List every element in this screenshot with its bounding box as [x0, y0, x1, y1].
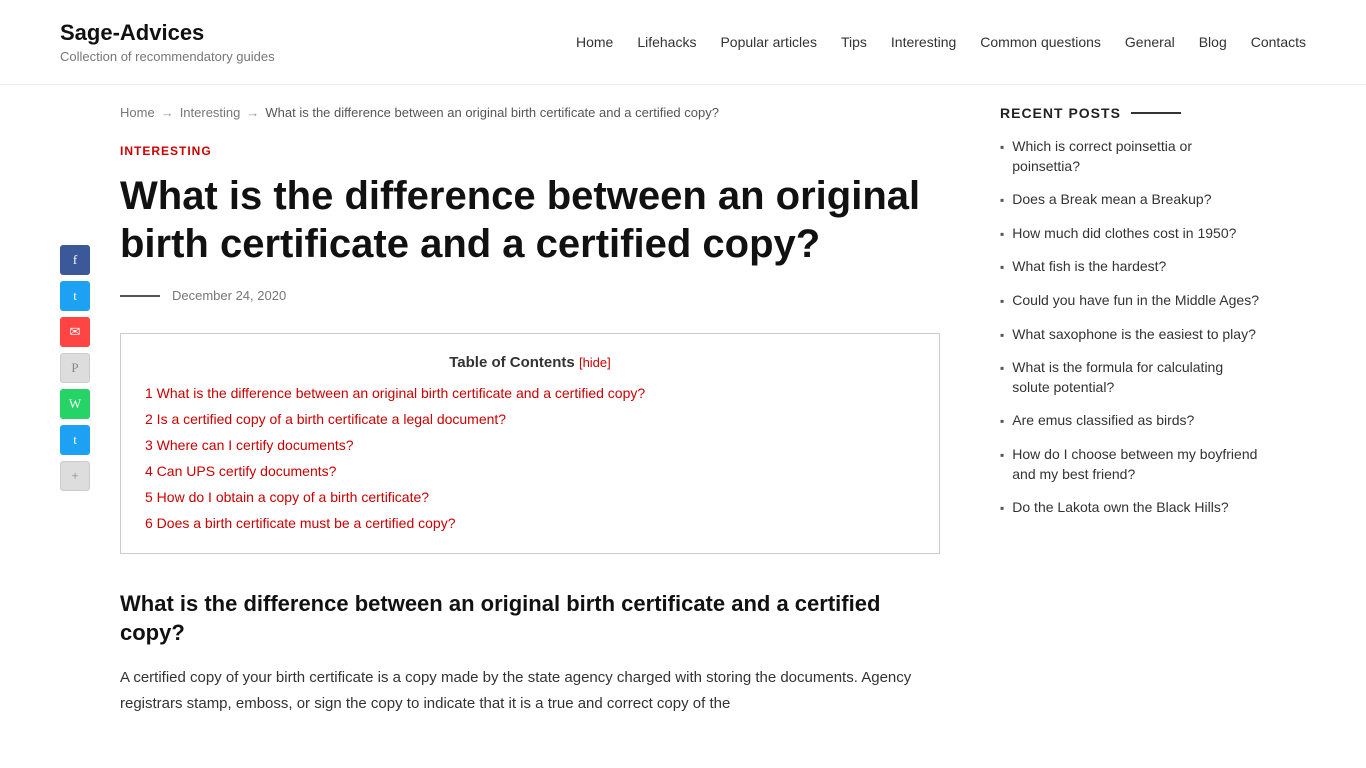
site-tagline: Collection of recommendatory guides — [60, 49, 275, 64]
toc-link-3[interactable]: 3 Where can I certify documents? — [145, 437, 354, 453]
recent-posts-list: Which is correct poinsettia or poinsetti… — [1000, 137, 1260, 518]
article-category: INTERESTING — [120, 144, 940, 158]
toc-item-3: 3 Where can I certify documents? — [145, 437, 915, 455]
nav-popular-articles[interactable]: Popular articles — [720, 34, 817, 50]
toc-link-4[interactable]: 4 Can UPS certify documents? — [145, 463, 336, 479]
recent-post-4: What fish is the hardest? — [1000, 257, 1260, 277]
toc-link-2[interactable]: 2 Is a certified copy of a birth certifi… — [145, 411, 506, 427]
recent-post-link-7[interactable]: What is the formula for calculating solu… — [1012, 358, 1260, 397]
facebook-share-button[interactable]: f — [60, 245, 90, 275]
nav-general[interactable]: General — [1125, 34, 1175, 50]
recent-post-link-10[interactable]: Do the Lakota own the Black Hills? — [1012, 498, 1228, 518]
twitter-share-button[interactable]: t — [60, 281, 90, 311]
nav-common-questions[interactable]: Common questions — [980, 34, 1101, 50]
toc-item-6: 6 Does a birth certificate must be a cer… — [145, 515, 915, 533]
recent-post-link-4[interactable]: What fish is the hardest? — [1012, 257, 1166, 277]
nav-contacts[interactable]: Contacts — [1251, 34, 1306, 50]
recent-post-link-9[interactable]: How do I choose between my boyfriend and… — [1012, 445, 1260, 484]
toc-list: 1 What is the difference between an orig… — [145, 385, 915, 533]
recent-post-10: Do the Lakota own the Black Hills? — [1000, 498, 1260, 518]
date-line-decoration — [120, 295, 160, 297]
toc-link-6[interactable]: 6 Does a birth certificate must be a cer… — [145, 515, 455, 531]
nav-tips[interactable]: Tips — [841, 34, 867, 50]
breadcrumb-arrow-2: → — [246, 105, 259, 120]
recent-post-9: How do I choose between my boyfriend and… — [1000, 445, 1260, 484]
recent-post-link-8[interactable]: Are emus classified as birds? — [1012, 411, 1194, 431]
section-1-heading: What is the difference between an origin… — [120, 590, 940, 647]
toc-item-4: 4 Can UPS certify documents? — [145, 463, 915, 481]
nav-lifehacks[interactable]: Lifehacks — [637, 34, 696, 50]
article-body-text: A certified copy of your birth certifica… — [120, 665, 940, 716]
nav-home[interactable]: Home — [576, 34, 613, 50]
recent-post-3: How much did clothes cost in 1950? — [1000, 224, 1260, 244]
title-underline — [1131, 112, 1181, 114]
pinterest-share-button[interactable]: P — [60, 353, 90, 383]
article-date: December 24, 2020 — [120, 288, 940, 303]
breadcrumb-category[interactable]: Interesting — [180, 105, 241, 120]
whatsapp-share-button[interactable]: W — [60, 389, 90, 419]
article-title: What is the difference between an origin… — [120, 172, 940, 268]
recent-post-2: Does a Break mean a Breakup? — [1000, 190, 1260, 210]
recent-post-link-1[interactable]: Which is correct poinsettia or poinsetti… — [1012, 137, 1260, 176]
recent-post-link-3[interactable]: How much did clothes cost in 1950? — [1012, 224, 1236, 244]
date-text: December 24, 2020 — [172, 288, 286, 303]
article: INTERESTING What is the difference betwe… — [120, 144, 940, 716]
breadcrumb-home[interactable]: Home — [120, 105, 155, 120]
site-header: Sage-Advices Collection of recommendator… — [0, 0, 1366, 85]
recent-post-link-2[interactable]: Does a Break mean a Breakup? — [1012, 190, 1211, 210]
recent-posts-title: RECENT POSTS — [1000, 105, 1260, 121]
breadcrumb-arrow-1: → — [161, 105, 174, 120]
toc-item-2: 2 Is a certified copy of a birth certifi… — [145, 411, 915, 429]
toc-hide-link[interactable]: [hide] — [579, 355, 611, 370]
toc-link-5[interactable]: 5 How do I obtain a copy of a birth cert… — [145, 489, 429, 505]
breadcrumb: Home → Interesting → What is the differe… — [120, 105, 940, 120]
table-of-contents: Table of Contents [hide] 1 What is the d… — [120, 333, 940, 554]
toc-link-1[interactable]: 1 What is the difference between an orig… — [145, 385, 645, 401]
toc-item-1: 1 What is the difference between an orig… — [145, 385, 915, 403]
page-wrapper: f t ✉ P W t + Home → Interesting → What … — [0, 85, 1366, 736]
recent-post-8: Are emus classified as birds? — [1000, 411, 1260, 431]
site-branding: Sage-Advices Collection of recommendator… — [60, 20, 275, 64]
site-title: Sage-Advices — [60, 20, 275, 46]
toc-item-5: 5 How do I obtain a copy of a birth cert… — [145, 489, 915, 507]
recent-post-5: Could you have fun in the Middle Ages? — [1000, 291, 1260, 311]
breadcrumb-current: What is the difference between an origin… — [265, 105, 719, 120]
toc-title: Table of Contents [hide] — [145, 354, 915, 371]
nav-interesting[interactable]: Interesting — [891, 34, 956, 50]
main-nav: Home Lifehacks Popular articles Tips Int… — [576, 34, 1306, 50]
recent-post-1: Which is correct poinsettia or poinsetti… — [1000, 137, 1260, 176]
email-share-button[interactable]: ✉ — [60, 317, 90, 347]
right-sidebar: RECENT POSTS Which is correct poinsettia… — [980, 85, 1260, 736]
more-share-button[interactable]: + — [60, 461, 90, 491]
recent-post-link-6[interactable]: What saxophone is the easiest to play? — [1012, 325, 1256, 345]
recent-post-7: What is the formula for calculating solu… — [1000, 358, 1260, 397]
recent-post-6: What saxophone is the easiest to play? — [1000, 325, 1260, 345]
main-content: Home → Interesting → What is the differe… — [100, 85, 980, 736]
nav-blog[interactable]: Blog — [1199, 34, 1227, 50]
twitter2-share-button[interactable]: t — [60, 425, 90, 455]
recent-post-link-5[interactable]: Could you have fun in the Middle Ages? — [1012, 291, 1259, 311]
social-sidebar: f t ✉ P W t + — [60, 85, 100, 736]
